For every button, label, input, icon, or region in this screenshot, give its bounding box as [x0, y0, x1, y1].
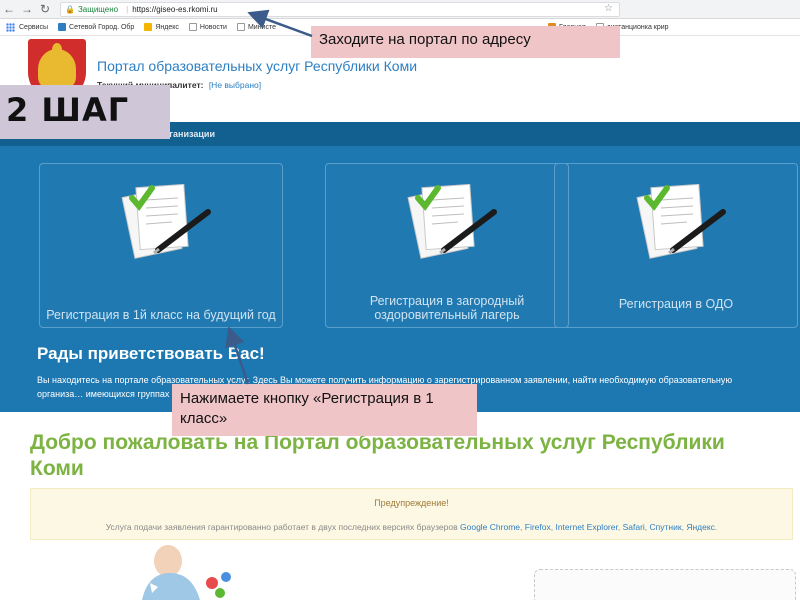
forward-icon[interactable]: →	[18, 0, 36, 19]
documents-pen-icon	[636, 183, 726, 259]
card-label: Регистрация в загородный оздоровительный…	[369, 294, 525, 322]
browser-link-safari[interactable]: Safari	[623, 522, 645, 532]
bookmark-network-city[interactable]: Сетевой Город. Обр	[58, 23, 134, 31]
bookmark-ministry[interactable]: Министе	[236, 23, 277, 31]
bookmark-services[interactable]: Сервисы	[19, 24, 48, 31]
browser-link-chrome[interactable]: Google Chrome	[460, 522, 520, 532]
hero-section: ательные организации Регистрация в 1й кл…	[0, 122, 800, 412]
callout-button-instruction: Нажимаете кнопку «Регистрация в 1 класс»	[172, 384, 477, 436]
bookmark-news[interactable]: Новости	[188, 23, 227, 31]
url-text[interactable]: https://giseo-es.rkomi.ru	[132, 5, 217, 14]
lock-icon: 🔒	[65, 5, 75, 14]
page-icon	[236, 23, 245, 31]
warning-text: Услуга подачи заявления гарантированно р…	[105, 522, 718, 532]
bookmark-yandex[interactable]: Яндекс	[144, 23, 179, 31]
municipality-value-link[interactable]: [Не выбрано]	[209, 80, 261, 90]
bookmark-label: Яндекс	[155, 23, 179, 31]
url-separator: |	[126, 5, 129, 14]
card-first-grade-registration[interactable]: Регистрация в 1й класс на будущий год	[39, 163, 283, 328]
greeting-heading: Рады приветствовать Вас!	[37, 344, 265, 363]
reload-icon[interactable]: ↻	[36, 0, 54, 19]
apps-icon[interactable]	[6, 22, 15, 32]
callout-url-instruction: Заходите на портал по адресу	[311, 26, 620, 58]
card-label: Регистрация в ОДО	[618, 297, 734, 311]
browser-link-firefox[interactable]: Firefox	[525, 522, 551, 532]
welcome-heading: Добро пожаловать на Портал образовательн…	[30, 431, 725, 480]
documents-pen-icon	[407, 183, 497, 259]
card-label: Регистрация в 1й класс на будущий год	[46, 308, 276, 322]
step-label: 2 ШАГ	[6, 91, 130, 129]
portal-title[interactable]: Портал образовательных услуг Республики …	[97, 58, 417, 74]
back-icon[interactable]: ←	[0, 0, 18, 19]
child-drawing-image	[142, 545, 231, 600]
bookmark-favicon-icon	[58, 23, 67, 31]
card-odo-registration[interactable]: Регистрация в ОДО	[554, 163, 798, 328]
browser-toolbar: ← → ↻ ⌂ 🔒 Защищено | https://giseo-es.rk…	[0, 0, 800, 19]
browser-link-sputnik[interactable]: Спутник	[650, 522, 682, 532]
bookmark-star-icon[interactable]: ☆	[604, 3, 613, 14]
dashed-info-box	[534, 569, 796, 600]
warning-text-prefix: Услуга подачи заявления гарантированно р…	[105, 522, 458, 532]
bookmark-label: Сервисы	[19, 23, 49, 31]
bookmark-label: Министе	[247, 23, 277, 31]
bookmark-label: Сетевой Город. Обр	[69, 23, 135, 31]
secure-label: Защищено	[77, 5, 119, 14]
step-badge: 2 ШАГ	[0, 85, 170, 139]
warning-title: Предупреждение!	[374, 498, 449, 508]
bookmark-favicon-icon	[144, 23, 153, 31]
crest-bird-head	[52, 43, 62, 57]
bookmark-label: Новости	[199, 23, 227, 31]
page-icon	[188, 23, 197, 31]
address-bar[interactable]: 🔒 Защищено | https://giseo-es.rkomi.ru ☆	[60, 2, 620, 17]
documents-pen-icon	[121, 183, 211, 259]
browser-warning-box: Предупреждение! Услуга подачи заявления …	[30, 488, 793, 540]
browser-link-ie[interactable]: Internet Explorer	[555, 522, 617, 532]
browser-link-yandex[interactable]: Яндекс	[686, 522, 715, 532]
card-summer-camp-registration[interactable]: Регистрация в загородный оздоровительный…	[325, 163, 569, 328]
